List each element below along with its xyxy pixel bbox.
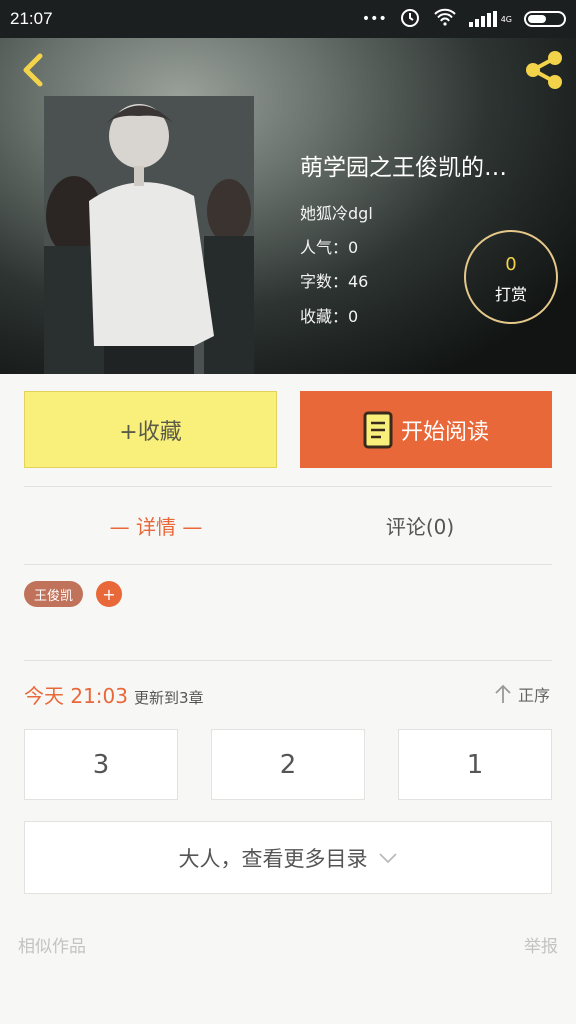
chapter-item[interactable]: 1 xyxy=(398,729,552,800)
tip-count: 0 xyxy=(505,254,517,275)
sort-order-label: 正序 xyxy=(517,686,550,705)
alarm-icon xyxy=(399,6,421,32)
back-button[interactable] xyxy=(14,50,54,90)
tag-item[interactable]: 王俊凯 xyxy=(24,581,84,607)
divider xyxy=(24,660,552,661)
add-tag-button[interactable]: + xyxy=(96,581,122,607)
arrow-up-icon xyxy=(495,684,511,703)
status-bar: 21:07 ••• 4G xyxy=(0,0,576,38)
status-time: 21:07 xyxy=(10,9,53,28)
dots-icon: ••• xyxy=(361,11,387,27)
book-popularity: 人气：0 xyxy=(300,238,359,257)
book-author[interactable]: 她狐冷dgl xyxy=(300,200,373,224)
more-toc-label: 大人，查看更多目录 xyxy=(178,846,368,871)
status-icons: ••• 4G xyxy=(362,7,566,31)
book-header: 萌学园之王俊凯的… 她狐冷dgl 人气：0 字数：46 收藏：0 0 打赏 xyxy=(0,38,576,374)
book-title: 萌学园之王俊凯的… xyxy=(300,155,507,181)
sort-order-button[interactable]: 正序 xyxy=(494,682,550,706)
tab-details[interactable]: — 详情 — xyxy=(24,505,288,545)
signal-type-label: 4G xyxy=(500,14,512,24)
report-link[interactable]: 举报 xyxy=(524,932,558,957)
tip-label: 打赏 xyxy=(494,285,527,304)
chapter-item[interactable]: 2 xyxy=(211,729,365,800)
start-reading-label: 开始阅读 xyxy=(400,419,489,445)
more-toc-button[interactable]: 大人，查看更多目录 xyxy=(24,821,552,894)
tab-comments[interactable]: 评论(0) xyxy=(288,505,552,545)
divider xyxy=(24,486,552,487)
divider xyxy=(24,564,552,565)
book-favorites: 收藏：0 xyxy=(300,307,359,326)
share-button[interactable] xyxy=(520,46,568,94)
update-info: 今天 21:03 更新到3章 xyxy=(24,680,204,710)
battery-icon xyxy=(524,11,566,27)
tip-button[interactable]: 0 打赏 xyxy=(464,230,558,324)
wifi-icon xyxy=(433,8,457,30)
start-reading-button[interactable]: 开始阅读 xyxy=(300,391,552,468)
book-icon xyxy=(363,411,393,448)
book-word-count: 字数：46 xyxy=(300,272,369,291)
chevron-left-icon xyxy=(23,53,43,87)
similar-works-label: 相似作品 xyxy=(18,937,86,957)
signal-icon: 4G xyxy=(468,11,512,27)
chevron-down-icon xyxy=(378,852,397,863)
share-icon xyxy=(526,51,562,89)
update-text: 更新到3章 xyxy=(134,689,204,707)
chapter-item[interactable]: 3 xyxy=(24,729,178,800)
update-time: 今天 21:03 xyxy=(24,684,128,708)
collect-button[interactable]: +收藏 xyxy=(24,391,277,468)
book-cover-image xyxy=(44,96,254,374)
